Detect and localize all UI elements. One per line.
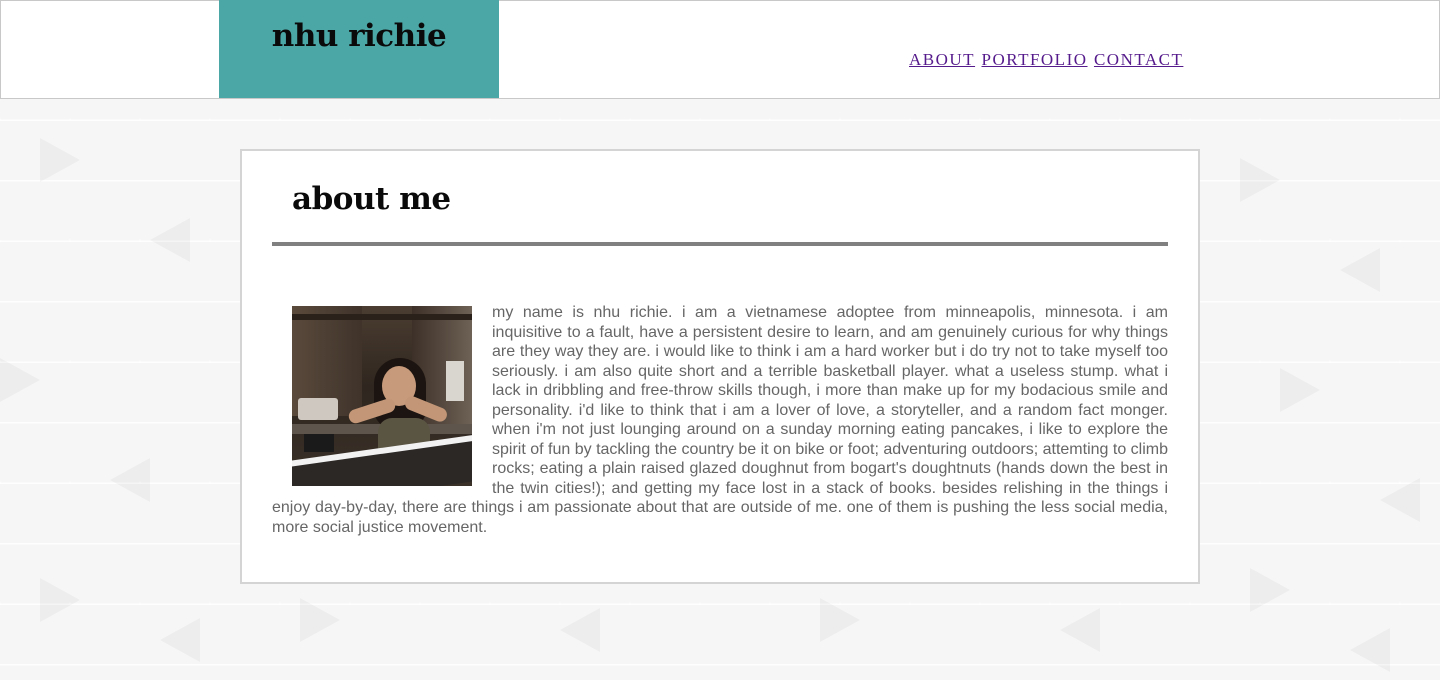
- main-nav: ABOUT PORTFOLIO CONTACT: [909, 50, 1185, 70]
- logo-text[interactable]: nhu richie: [219, 18, 499, 54]
- nav-link-about[interactable]: ABOUT: [909, 50, 975, 69]
- about-body: my name is nhu richie. i am a vietnamese…: [272, 303, 1168, 537]
- site-header: nhu richie ABOUT PORTFOLIO CONTACT: [0, 0, 1440, 99]
- page-title: about me: [292, 181, 451, 217]
- profile-photo: [292, 306, 472, 486]
- about-card: about me my name is nhu richie. i am a v…: [240, 149, 1200, 584]
- nav-link-contact[interactable]: CONTACT: [1094, 50, 1183, 69]
- logo[interactable]: nhu richie: [219, 0, 499, 98]
- nav-link-portfolio[interactable]: PORTFOLIO: [982, 50, 1088, 69]
- title-divider: [272, 242, 1168, 246]
